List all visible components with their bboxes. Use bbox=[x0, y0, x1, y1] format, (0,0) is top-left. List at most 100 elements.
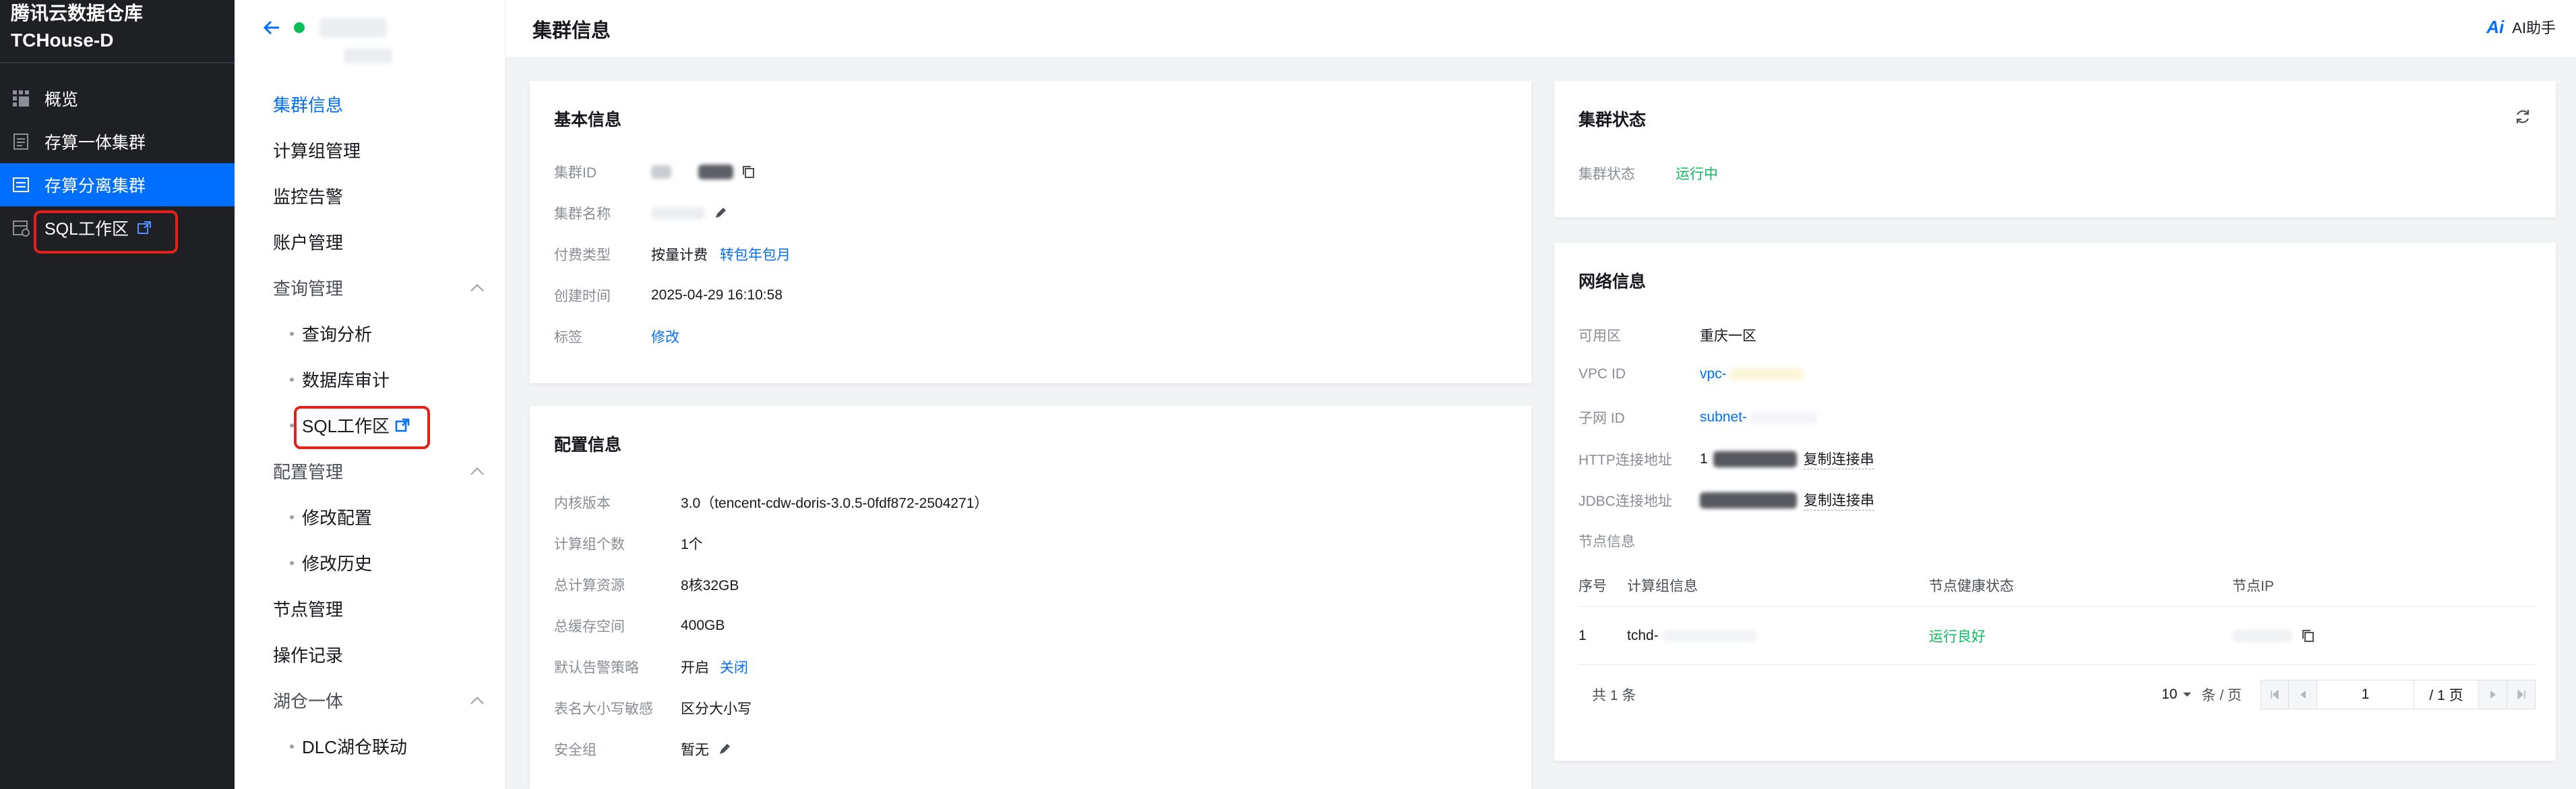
nav-group-label: 湖仓一体 bbox=[273, 691, 344, 711]
compute-groups-value: 1个 bbox=[681, 537, 703, 552]
redacted-value bbox=[1700, 492, 1797, 508]
highlight-box bbox=[294, 406, 430, 449]
sidebar-item-label: 存算一体集群 bbox=[44, 134, 146, 152]
basic-info-card: 基本信息 集群ID 集群名称 付费类型 按量计费 转包年包月 创建时间 2025… bbox=[530, 81, 1531, 383]
nav-db-audit[interactable]: 数据库审计 bbox=[290, 367, 390, 392]
ai-icon: Ai bbox=[2486, 16, 2505, 37]
field-label: 集群状态 bbox=[1578, 167, 1635, 182]
vpc-link[interactable]: vpc- bbox=[1700, 366, 1727, 382]
field-label: HTTP连接地址 bbox=[1578, 452, 1672, 468]
brand-title: 腾讯云数据仓库 bbox=[11, 3, 144, 24]
convert-monthly-link[interactable]: 转包年包月 bbox=[720, 244, 791, 264]
ai-assistant-label: AI助手 bbox=[2512, 20, 2556, 36]
chevron-up-icon bbox=[470, 283, 484, 297]
sidebar-item-separated-cluster[interactable]: 存算分离集群 bbox=[0, 163, 235, 206]
nav-modify-config[interactable]: 修改配置 bbox=[290, 504, 372, 529]
copy-jdbc-link[interactable]: 复制连接串 bbox=[1804, 490, 1874, 510]
main-sidebar: 腾讯云数据仓库 TCHouse-D 概览 存算一体集群 存算分离集群 SQL工作… bbox=[0, 0, 235, 789]
field-label: VPC ID bbox=[1578, 366, 1626, 382]
next-page-button[interactable] bbox=[2479, 680, 2507, 709]
cluster-name-redacted bbox=[319, 18, 387, 37]
subnet-link[interactable]: subnet- bbox=[1700, 409, 1747, 426]
redacted-value bbox=[651, 165, 671, 179]
nav-operation-log[interactable]: 操作记录 bbox=[273, 642, 343, 667]
field-label: 可用区 bbox=[1578, 328, 1621, 344]
field-label: 默认告警策略 bbox=[554, 660, 639, 676]
bullet bbox=[290, 744, 294, 749]
network-info-card: 网络信息 可用区 重庆一区 VPC ID vpc- 子网 ID subnet- … bbox=[1554, 243, 2556, 761]
ai-assistant-button[interactable]: Ai AI助手 bbox=[2486, 16, 2556, 38]
nav-dlc-link[interactable]: DLC湖仓联动 bbox=[290, 734, 407, 759]
sidebar-divider bbox=[0, 62, 235, 63]
row-jdbc: JDBC连接地址 复制连接串 bbox=[1578, 490, 1874, 510]
chevron-down-icon bbox=[2183, 693, 2192, 697]
sidebar-item-overview[interactable]: 概览 bbox=[0, 77, 235, 120]
case-value: 区分大小写 bbox=[681, 701, 752, 717]
group-name: tchd- bbox=[1627, 627, 1659, 643]
total-compute-value: 8核32GB bbox=[681, 578, 739, 593]
bullet bbox=[290, 377, 294, 382]
copy-http-link[interactable]: 复制连接串 bbox=[1803, 448, 1874, 469]
field-label: 表名大小写敏感 bbox=[554, 701, 653, 717]
sidebar-item-label: 概览 bbox=[44, 90, 79, 109]
nodes-table-header: 序号 计算组信息 节点健康状态 节点IP bbox=[1578, 564, 2536, 607]
last-page-button[interactable] bbox=[2507, 680, 2536, 709]
cluster-name-value bbox=[651, 206, 728, 221]
sidebar-item-integrated-cluster[interactable]: 存算一体集群 bbox=[0, 120, 235, 163]
row-cluster-name: 集群名称 bbox=[554, 203, 728, 223]
first-page-button[interactable] bbox=[2261, 680, 2289, 709]
nav-monitoring[interactable]: 监控告警 bbox=[273, 183, 343, 208]
refresh-icon[interactable] bbox=[2514, 108, 2532, 125]
card-title: 基本信息 bbox=[554, 111, 622, 129]
row-compute-groups: 计算组个数 1个 bbox=[554, 533, 703, 554]
pagination: 共 1 条 10 条 / 页 1 / 1 页 bbox=[1578, 666, 2536, 723]
nav-cluster-info[interactable]: 集群信息 bbox=[273, 92, 343, 117]
nav-group-query[interactable]: 查询管理 bbox=[273, 275, 489, 300]
field-label: 安全组 bbox=[554, 742, 596, 758]
nav-account[interactable]: 账户管理 bbox=[273, 229, 343, 254]
column-header: 序号 bbox=[1578, 578, 1607, 594]
row-status: 集群状态 运行中 bbox=[1578, 163, 1718, 183]
card-title: 配置信息 bbox=[554, 436, 622, 455]
nav-modify-history[interactable]: 修改历史 bbox=[290, 550, 372, 575]
nav-node-mgmt[interactable]: 节点管理 bbox=[273, 596, 343, 621]
page-input[interactable]: 1 bbox=[2317, 680, 2414, 709]
edit-pencil-icon[interactable] bbox=[713, 206, 728, 221]
last-page-icon bbox=[2517, 690, 2525, 699]
alarm-value: 开启 bbox=[681, 660, 709, 676]
nav-group-label: 配置管理 bbox=[273, 462, 344, 482]
nav-compute-group[interactable]: 计算组管理 bbox=[273, 138, 361, 163]
list-icon bbox=[11, 175, 31, 195]
row-group: tchd- bbox=[1627, 628, 1929, 644]
row-pay-type: 付费类型 按量计费 转包年包月 bbox=[554, 244, 791, 264]
field-label: JDBC连接地址 bbox=[1578, 493, 1672, 509]
row-security-group: 安全组 暂无 bbox=[554, 739, 732, 759]
field-label: 标签 bbox=[554, 330, 582, 345]
back-arrow-icon[interactable] bbox=[262, 18, 282, 38]
column-header: 计算组信息 bbox=[1627, 578, 1698, 594]
redacted-value bbox=[1729, 368, 1804, 380]
chevron-up-icon bbox=[470, 467, 484, 481]
nav-query-analysis[interactable]: 查询分析 bbox=[290, 321, 372, 346]
first-page-icon bbox=[2271, 690, 2279, 699]
field-label: 创建时间 bbox=[554, 289, 611, 304]
copy-icon[interactable] bbox=[741, 165, 756, 179]
copy-icon[interactable] bbox=[2301, 629, 2316, 643]
edit-pencil-icon[interactable] bbox=[717, 742, 732, 757]
row-health: 运行良好 bbox=[1929, 629, 1986, 645]
bullet bbox=[290, 331, 294, 336]
prev-page-button[interactable] bbox=[2289, 680, 2317, 709]
disable-alarm-link[interactable]: 关闭 bbox=[720, 657, 748, 677]
redacted-value bbox=[1662, 629, 1757, 642]
page-size-select[interactable]: 10 bbox=[2161, 686, 2192, 703]
field-label: 总缓存空间 bbox=[554, 619, 625, 635]
total-count: 共 1 条 bbox=[1592, 688, 1636, 703]
cluster-id-value bbox=[651, 165, 756, 179]
redacted-value bbox=[651, 207, 705, 219]
nav-group-config[interactable]: 配置管理 bbox=[273, 459, 489, 484]
nav-group-lakehouse[interactable]: 湖仓一体 bbox=[273, 688, 489, 713]
redacted-value bbox=[2232, 629, 2293, 642]
edit-tags-link[interactable]: 修改 bbox=[651, 326, 679, 347]
total-cache-value: 400GB bbox=[681, 618, 725, 633]
row-subnet: 子网 ID subnet- bbox=[1578, 407, 1818, 428]
